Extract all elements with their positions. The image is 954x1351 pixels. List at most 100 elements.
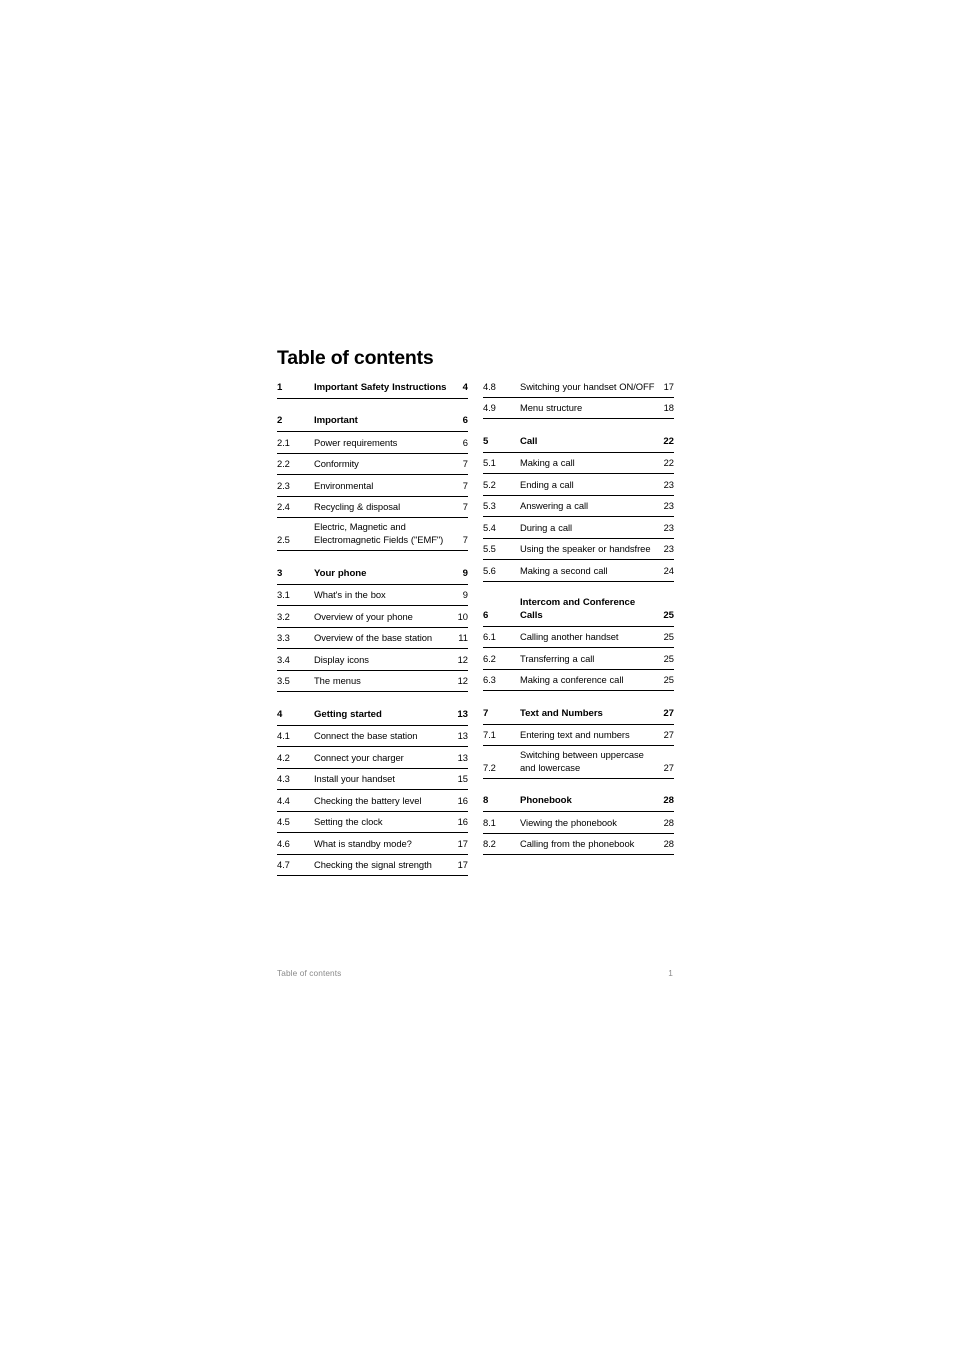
toc-entry-label: During a call	[520, 521, 573, 533]
toc-entry-page: 7	[462, 458, 468, 470]
toc-entry-page: 10	[457, 610, 468, 622]
toc-entry-label: Entering text and numbers	[520, 729, 630, 741]
toc-section-row[interactable]: 4.4 Checking the battery level 16	[277, 790, 468, 812]
toc-chapter-row[interactable]: 8 Phonebook 28	[483, 790, 674, 813]
toc-section-row[interactable]: 2.3 Environmental 7	[277, 475, 468, 497]
toc-section-row[interactable]: 3.1 What's in the box 9	[277, 585, 468, 607]
toc-section-row[interactable]: 8.2 Calling from the phonebook 28	[483, 834, 674, 856]
toc-section-row[interactable]: 5.2 Ending a call 23	[483, 474, 674, 496]
toc-entry-number: 8.1	[483, 816, 496, 828]
toc-chapter-row[interactable]: 2 Important 6	[277, 410, 468, 433]
toc-chapter-row[interactable]: 5 Call 22	[483, 430, 674, 453]
toc-chapter-row[interactable]: 1 Important Safety Instructions 4	[277, 376, 468, 399]
toc-entry-label: Transferring a call	[520, 652, 595, 664]
toc-entry-page: 13	[457, 751, 468, 763]
toc-entry-number: 6	[483, 609, 489, 621]
toc-section-row[interactable]: 5.6 Making a second call 24	[483, 560, 674, 582]
toc-chapter-row[interactable]: 3 Your phone 9	[277, 562, 468, 585]
toc-entry-label: The menus	[314, 675, 361, 687]
toc-entry-number: 5.6	[483, 564, 496, 576]
toc-entry-page: 23	[663, 543, 674, 555]
toc-entry-page: 12	[457, 653, 468, 665]
toc-section-row[interactable]: 4.2 Connect your charger 13	[277, 747, 468, 769]
toc-entry-number: 2.4	[277, 501, 290, 513]
toc-section-row[interactable]: 5.3 Answering a call 23	[483, 496, 674, 518]
toc-entry-label: Install your handset	[314, 773, 395, 785]
toc-entry-label: Overview of the base station	[314, 632, 433, 644]
toc-entry-page: 28	[663, 838, 674, 850]
toc-section-row[interactable]: 6.1 Calling another handset 25	[483, 627, 674, 649]
toc-section-row[interactable]: 5.5 Using the speaker or handsfree 23	[483, 539, 674, 561]
toc-chapter-row[interactable]: 6 Intercom and Conference Calls 25	[483, 593, 674, 627]
toc-section-row[interactable]: 6.2 Transferring a call 25	[483, 648, 674, 670]
toc-entry-page: 12	[457, 675, 468, 687]
toc-entry-label: Intercom and Conference Calls	[520, 596, 636, 621]
toc-section-row[interactable]: 5.4 During a call 23	[483, 517, 674, 539]
toc-entry-page: 23	[663, 521, 674, 533]
toc-section-row[interactable]: 4.6 What is standby mode? 17	[277, 833, 468, 855]
toc-entry-page: 25	[663, 609, 674, 621]
toc-entry-page: 22	[663, 435, 674, 447]
toc-section-row[interactable]: 2.2 Conformity 7	[277, 454, 468, 476]
toc-chapter-row[interactable]: 7 Text and Numbers 27	[483, 702, 674, 725]
toc-entry-label: Important Safety Instructions	[314, 381, 447, 393]
toc-section-row[interactable]: 8.1 Viewing the phonebook 28	[483, 812, 674, 834]
toc-entry-page: 25	[663, 631, 674, 643]
toc-entry-number: 4.7	[277, 859, 290, 871]
toc-entry-page: 28	[663, 795, 674, 807]
toc-entry-label: Using the speaker or handsfree	[520, 543, 651, 555]
toc-section-row[interactable]: 5.1 Making a call 22	[483, 453, 674, 475]
toc-chapter-row[interactable]: 4 Getting started 13	[277, 703, 468, 726]
toc-entry-label: Checking the battery level	[314, 794, 422, 806]
toc-section-row[interactable]: 4.3 Install your handset 15	[277, 769, 468, 791]
toc-entry-label: Making a conference call	[520, 674, 624, 686]
toc-entry-number: 2.2	[277, 458, 290, 470]
toc-entry-number: 5.5	[483, 543, 496, 555]
toc-entry-number: 6.3	[483, 674, 496, 686]
toc-section-row[interactable]: 2.4 Recycling & disposal 7	[277, 497, 468, 519]
toc-entry-label: Menu structure	[520, 402, 583, 414]
toc-section-row[interactable]: 4.1 Connect the base station 13	[277, 726, 468, 748]
toc-section-row[interactable]: 3.4 Display icons 12	[277, 649, 468, 671]
toc-entry-label: Overview of your phone	[314, 610, 413, 622]
toc-entry-number: 5	[483, 435, 489, 447]
toc-section-row[interactable]: 4.9 Menu structure 18	[483, 398, 674, 420]
toc-entry-number: 4.9	[483, 402, 496, 414]
toc-section-row[interactable]: 4.8 Switching your handset ON/OFF 17	[483, 376, 674, 398]
toc-entry-number: 5.1	[483, 457, 496, 469]
toc-entry-label: Your phone	[314, 567, 367, 579]
toc-section-row[interactable]: 4.7 Checking the signal strength 17	[277, 855, 468, 877]
toc-entry-label: Connect the base station	[314, 730, 418, 742]
toc-section-row[interactable]: 4.5 Setting the clock 16	[277, 812, 468, 834]
toc-column-left: 1 Important Safety Instructions 4 2 Importan…	[277, 376, 468, 877]
toc-section-row[interactable]: 6.3 Making a conference call 25	[483, 670, 674, 692]
toc-entry-page: 16	[457, 816, 468, 828]
toc-section-row[interactable]: 2.1 Power requirements 6	[277, 432, 468, 454]
toc-entry-label: Calling from the phonebook	[520, 838, 635, 850]
toc-entry-label: Environmental	[314, 479, 374, 491]
toc-entry-number: 6.1	[483, 631, 496, 643]
toc-entry-label: Display icons	[314, 653, 369, 665]
toc-entry-number: 4.2	[277, 751, 290, 763]
toc-entry-number: 3.4	[277, 653, 290, 665]
toc-entry-number: 7.1	[483, 729, 496, 741]
toc-entry-page: 22	[663, 457, 674, 469]
toc-section-row[interactable]: 7.1 Entering text and numbers 27	[483, 725, 674, 747]
toc-section-row[interactable]: 2.5 Electric, Magnetic and Electromagneti…	[277, 518, 468, 552]
toc-section-row[interactable]: 7.2 Switching between uppercase and lower…	[483, 746, 674, 779]
footer-page-number: 1	[668, 968, 673, 978]
toc-entry-number: 4.3	[277, 773, 290, 785]
toc-section-row[interactable]: 3.3 Overview of the base station 11	[277, 628, 468, 650]
toc-entry-label: Important	[314, 415, 358, 427]
toc-entry-page: 4	[462, 381, 468, 393]
toc-entry-page: 23	[663, 478, 674, 490]
toc-entry-page: 7	[462, 534, 468, 546]
toc-entry-page: 17	[457, 837, 468, 849]
toc-entry-label: Viewing the phonebook	[520, 816, 617, 828]
toc-section-row[interactable]: 3.2 Overview of your phone 10	[277, 606, 468, 628]
toc-entry-number: 7.2	[483, 761, 496, 773]
toc-entry-page: 17	[457, 859, 468, 871]
toc-entry-page: 9	[462, 589, 468, 601]
toc-section-row[interactable]: 3.5 The menus 12	[277, 671, 468, 693]
toc-entry-number: 3.2	[277, 610, 290, 622]
